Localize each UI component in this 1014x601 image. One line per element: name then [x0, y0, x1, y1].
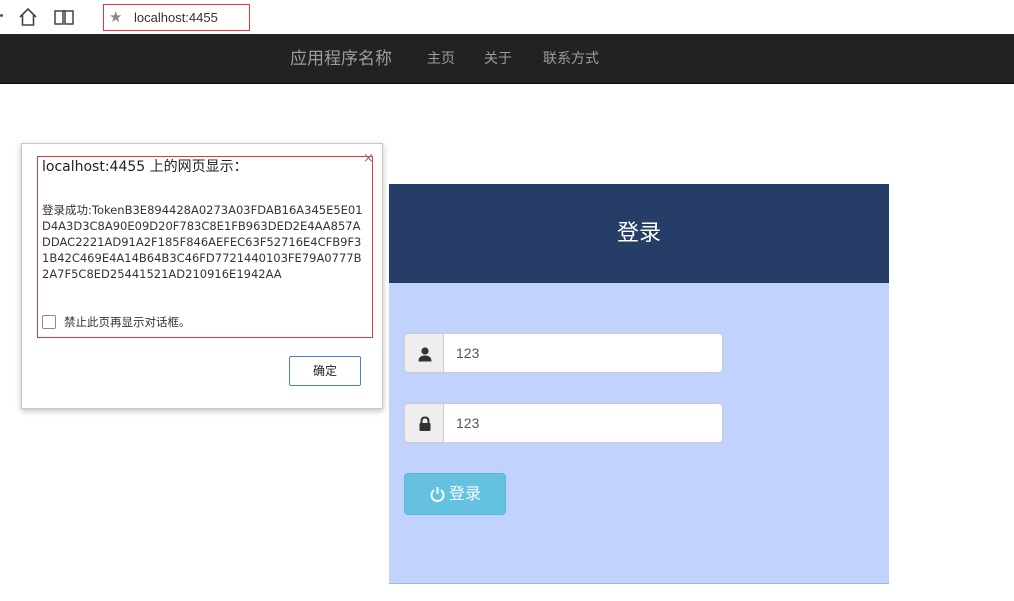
lock-icon [404, 403, 444, 443]
dialog-message: 登录成功:TokenB3E894428A0273A03FDAB16A345E5E… [42, 203, 363, 281]
login-button-label: 登录 [449, 484, 482, 503]
username-input[interactable] [443, 333, 723, 373]
nav-link-contact[interactable]: 联系方式 [543, 50, 599, 69]
star-icon[interactable]: ★ [109, 8, 122, 27]
suppress-dialog-checkbox[interactable] [42, 315, 56, 329]
user-icon [404, 333, 444, 373]
browser-toolbar: ★ localhost:4455 [0, 0, 1014, 34]
power-icon [430, 487, 445, 502]
login-button[interactable]: 登录 [404, 473, 506, 515]
password-group [404, 403, 723, 443]
password-input[interactable] [443, 403, 723, 443]
address-bar[interactable]: ★ localhost:4455 [103, 4, 250, 31]
home-icon[interactable] [17, 6, 39, 28]
login-title: 登录 [616, 221, 661, 246]
close-icon[interactable]: × [363, 152, 374, 166]
nav-link-about[interactable]: 关于 [484, 50, 512, 69]
back-button-edge[interactable] [0, 14, 3, 17]
ok-button[interactable]: 确定 [289, 356, 361, 386]
login-panel: 登录 登录 [389, 184, 889, 584]
dialog-title: localhost:4455 上的网页显示： [42, 159, 248, 175]
nav-link-home[interactable]: 主页 [427, 50, 455, 69]
nav-brand[interactable]: 应用程序名称 [290, 48, 392, 70]
suppress-dialog-label: 禁止此页再显示对话框。 [64, 315, 191, 329]
username-group [404, 333, 723, 373]
reader-icon[interactable] [53, 6, 75, 28]
login-header: 登录 [389, 184, 889, 283]
alert-dialog: × localhost:4455 上的网页显示： 登录成功:TokenB3E89… [21, 143, 383, 409]
navbar: 应用程序名称 主页 关于 联系方式 [0, 34, 1014, 84]
url-text: localhost:4455 [134, 10, 218, 25]
